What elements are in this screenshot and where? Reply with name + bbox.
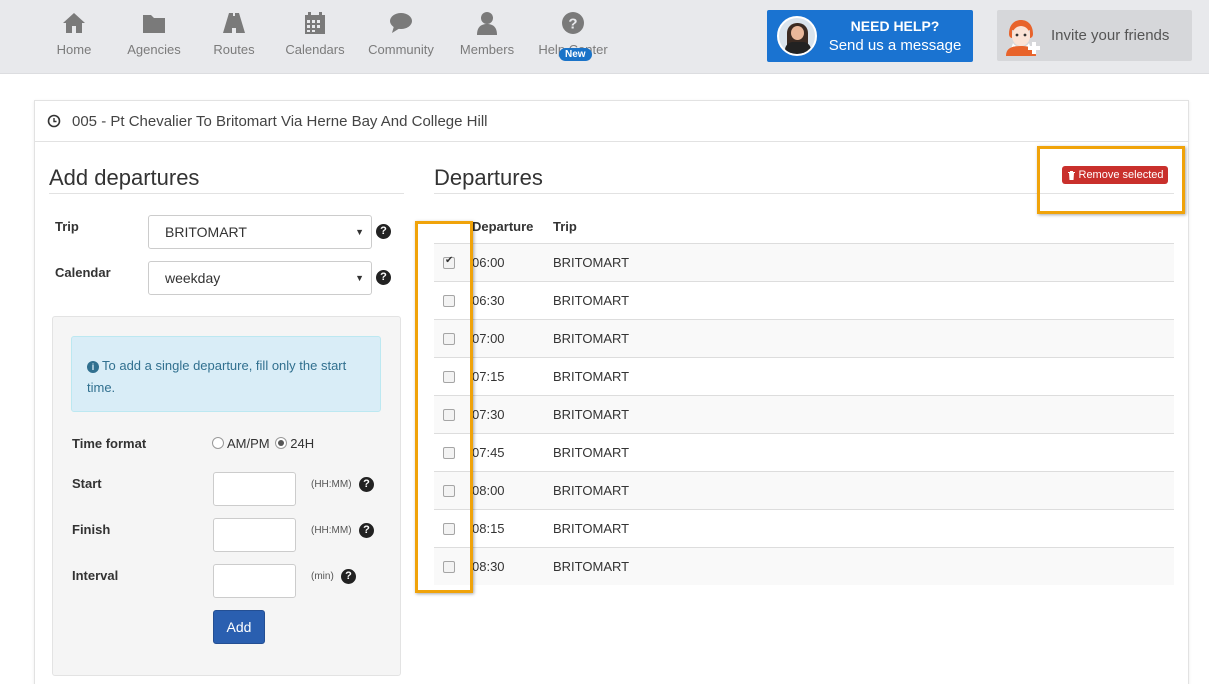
table-row: 08:30 BRITOMART [434,547,1174,585]
road-icon [223,13,245,33]
info-icon: i [87,361,99,373]
trip-name: BRITOMART [553,255,630,270]
chat-icon [390,13,412,33]
24h-radio[interactable] [275,437,288,449]
folder-icon [143,15,165,33]
departure-time: 08:15 [472,521,505,536]
time-format-label: Time format [72,436,147,451]
nav-members[interactable]: Members [458,10,516,66]
clock-icon [47,114,61,128]
table-row: 06:30 BRITOMART [434,281,1174,319]
table-row: 08:00 BRITOMART [434,471,1174,509]
invite-friends-button[interactable]: Invite your friends [997,10,1192,61]
panel-header: 005 - Pt Chevalier To Britomart Via Hern… [35,101,1188,142]
need-help-subtitle: Send us a message [828,37,962,54]
nav-home[interactable]: Home [55,10,93,66]
chevron-down-icon: ▼ [355,273,364,283]
user-icon [477,12,497,35]
nav-members-label: Members [459,42,515,57]
calendar-icon [305,12,325,34]
nav-community[interactable]: Community [366,10,436,66]
calendar-select-value: weekday [165,270,221,286]
table-row: 08:15 BRITOMART [434,509,1174,547]
finish-format-hint: (HH:MM) [311,525,352,536]
departure-time: 08:00 [472,483,505,498]
interval-unit-hint: (min) [311,571,334,582]
departure-time: 06:00 [472,255,505,270]
question-icon: ? [562,12,584,34]
time-format-options: AM/PM 24H [212,436,314,451]
table-row: 07:30 BRITOMART [434,395,1174,433]
remove-button-highlight [1037,146,1185,214]
info-alert: i To add a single departure, fill only th… [71,336,381,412]
nav-routes[interactable]: Routes [213,10,255,66]
nav-agencies-label: Agencies [127,42,181,57]
departure-time: 07:45 [472,445,505,460]
table-row: 07:00 BRITOMART [434,319,1174,357]
invite-avatar-icon [1006,19,1040,56]
table-row: 06:00 BRITOMART [434,243,1174,281]
ampm-radio[interactable] [212,437,224,449]
departure-time: 07:00 [472,331,505,346]
home-icon [63,13,85,33]
nav-home-label: Home [56,42,92,57]
departure-time: 06:30 [472,293,505,308]
departure-column-header: Departure [472,219,534,234]
trip-name: BRITOMART [553,293,630,308]
nav-calendars-label: Calendars [285,42,345,57]
svg-text:?: ? [568,16,577,33]
ampm-label: AM/PM [227,436,270,451]
trip-name: BRITOMART [553,369,630,384]
route-title: 005 - Pt Chevalier To Britomart Via Hern… [72,112,488,130]
trip-name: BRITOMART [553,521,630,536]
add-departures-heading: Add departures [49,165,404,194]
nav-routes-label: Routes [213,42,255,57]
trip-label: Trip [55,219,79,234]
finish-input[interactable] [213,518,296,552]
table-row: 07:15 BRITOMART [434,357,1174,395]
add-button[interactable]: Add [213,610,265,644]
interval-help-icon[interactable]: ? [341,569,356,584]
new-badge: New [559,48,592,61]
trip-help-icon[interactable]: ? [376,224,391,239]
nav-calendars[interactable]: Calendars [285,10,345,66]
trip-select[interactable]: BRITOMART ▼ [148,215,372,249]
interval-label: Interval [72,568,119,583]
finish-label: Finish [72,522,111,537]
departure-time: 07:15 [472,369,505,384]
chevron-down-icon: ▼ [355,227,364,237]
need-help-button[interactable]: NEED HELP? Send us a message [767,10,973,62]
departure-time: 08:30 [472,559,505,574]
calendar-help-icon[interactable]: ? [376,270,391,285]
interval-input[interactable] [213,564,296,598]
trip-name: BRITOMART [553,407,630,422]
table-row: 07:45 BRITOMART [434,433,1174,471]
calendar-label: Calendar [55,265,111,280]
info-text: To add a single departure, fill only the… [87,358,347,395]
trip-name: BRITOMART [553,445,630,460]
finish-help-icon[interactable]: ? [359,523,374,538]
checkbox-column-highlight [415,221,473,593]
trip-name: BRITOMART [553,559,630,574]
start-help-icon[interactable]: ? [359,477,374,492]
support-avatar [777,16,817,56]
top-nav-bar: Home Agencies Routes Calendars Community… [0,0,1209,74]
24h-label: 24H [290,436,315,451]
nav-community-label: Community [368,42,434,57]
start-input[interactable] [213,472,296,506]
trip-name: BRITOMART [553,483,630,498]
nav-agencies[interactable]: Agencies [127,10,181,66]
calendar-select[interactable]: weekday ▼ [148,261,372,295]
departure-time: 07:30 [472,407,505,422]
trip-name: BRITOMART [553,331,630,346]
trip-select-value: BRITOMART [165,224,247,240]
invite-friends-label: Invite your friends [1051,27,1170,44]
start-format-hint: (HH:MM) [311,479,352,490]
need-help-title: NEED HELP? [850,18,940,34]
trip-column-header: Trip [553,219,577,234]
start-label: Start [72,476,102,491]
